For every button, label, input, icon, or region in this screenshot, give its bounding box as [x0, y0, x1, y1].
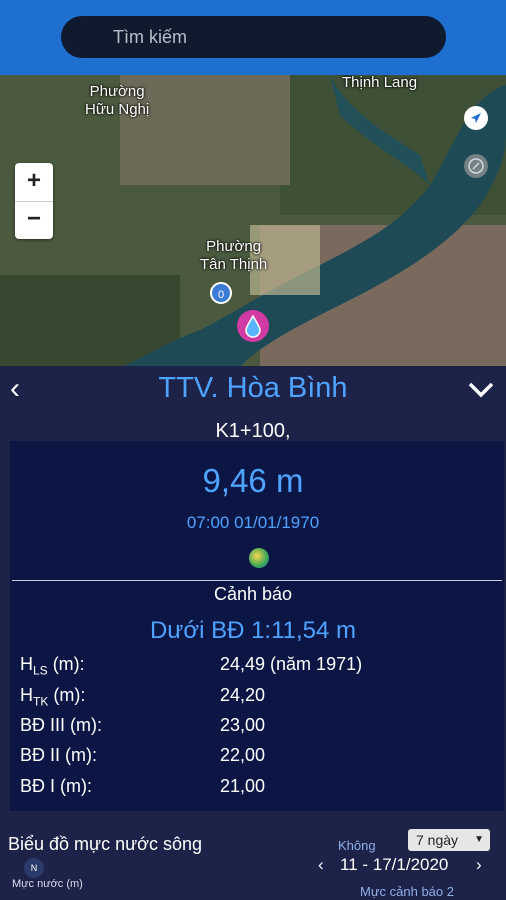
stat-row-bd2: BĐ II (m): 22,00	[20, 745, 500, 773]
caret-down-icon: ▼	[474, 834, 484, 845]
zoom-out-button[interactable]: −	[15, 201, 53, 239]
station-code: K1+100,	[215, 420, 291, 442]
map-label-line: Hữu Nghị	[85, 101, 150, 118]
date-range: 11 - 17/1/2020	[340, 855, 449, 874]
warning-label: Cảnh báo	[213, 584, 293, 604]
measure-time: 07:00 01/01/1970	[186, 513, 320, 532]
stat-row-bd1: BĐ I (m): 21,00	[20, 776, 500, 804]
legend-item: Không	[338, 838, 376, 853]
chart-title: Biểu đồ mực nước sông	[8, 834, 202, 854]
warning-value: Dưới BĐ 1:11,54 m	[149, 617, 357, 644]
station-title: TTV. Hòa Bình	[158, 372, 348, 404]
period-select[interactable]: 7 ngày ▼	[408, 829, 490, 851]
stat-row-htk: HTK (m): 24,20	[20, 685, 500, 713]
map-label-huu-nghi: Phường Hữu Nghị	[85, 83, 149, 119]
divider	[12, 580, 502, 581]
compass-icon[interactable]	[464, 154, 488, 178]
globe-icon	[249, 548, 269, 568]
prev-range-icon[interactable]: ‹	[318, 855, 324, 875]
stat-value: 23,00	[220, 715, 266, 735]
map-label-line: Phường	[89, 83, 145, 100]
stat-value: 22,00	[220, 745, 266, 765]
stat-key: HLS (m):	[20, 654, 85, 678]
chevron-down-icon[interactable]	[466, 378, 496, 402]
zoom-control: + −	[15, 163, 53, 239]
zoom-divider	[15, 201, 53, 202]
water-drop-marker-icon[interactable]	[237, 310, 269, 342]
stat-key: BĐ III (m):	[20, 715, 102, 735]
zoom-in-button[interactable]: +	[15, 163, 53, 201]
map-label-thinh-lang: Thịnh Lang	[342, 75, 418, 91]
locate-icon[interactable]	[464, 106, 488, 130]
stat-value: 21,00	[220, 776, 266, 796]
next-range-icon[interactable]: ›	[476, 855, 482, 875]
map-label-tan-thinh: Phường Tân Thịnh	[200, 238, 267, 274]
legend-item: Mực cảnh báo 2	[360, 884, 454, 899]
station-marker-small[interactable]: 0	[210, 282, 232, 304]
period-select-value: 7 ngày	[416, 832, 459, 848]
search-input[interactable]: Tìm kiếm	[61, 16, 446, 58]
north-icon: N	[24, 858, 44, 878]
water-drop-icon	[245, 314, 261, 338]
stat-key: BĐ II (m):	[20, 745, 97, 765]
stat-value: 24,49 (năm 1971)	[220, 654, 363, 674]
map-label-line: Phường	[206, 238, 262, 255]
stat-row-hls: HLS (m): 24,49 (năm 1971)	[20, 654, 500, 682]
map-view[interactable]: + − Phường Hữu Nghị Thịnh Lang Phường Tâ…	[0, 75, 506, 367]
stat-value: 24,20	[220, 685, 266, 705]
stat-row-bd3: BĐ III (m): 23,00	[20, 715, 500, 743]
map-label-line: Tân Thịnh	[200, 256, 268, 273]
chart-ylabel: Mực nước (m)	[12, 878, 83, 890]
stat-key: BĐ I (m):	[20, 776, 92, 796]
top-bar: Tìm kiếm	[0, 0, 506, 75]
water-level: 9,46 m	[202, 462, 304, 499]
search-placeholder: Tìm kiếm	[113, 27, 187, 47]
marker-value: 0	[217, 289, 225, 301]
stat-key: HTK (m):	[20, 685, 86, 709]
